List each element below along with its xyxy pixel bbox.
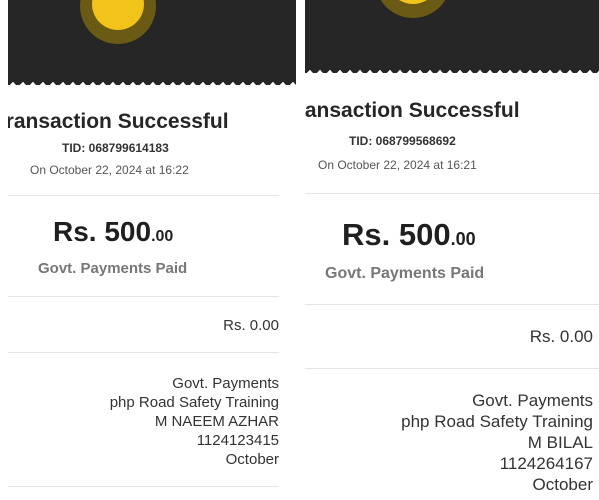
payment-details: Govt. Payments php Road Safety Training … xyxy=(110,374,279,469)
detail-reference-number: 1124264167 xyxy=(499,454,593,473)
amount-paid: Rs. 500.00 xyxy=(342,217,476,253)
detail-month: October xyxy=(532,475,593,494)
panel-gap xyxy=(296,0,305,500)
amount-paid: Rs. 500.00 xyxy=(53,216,173,248)
receipt-header-banner xyxy=(305,0,599,73)
detail-category: Govt. Payments xyxy=(472,391,593,410)
payment-status: Govt. Payments Paid xyxy=(38,260,188,277)
amount-decimals: .00 xyxy=(450,229,476,249)
transaction-datetime: On October 22, 2024 at 16:22 xyxy=(30,163,189,177)
transaction-datetime: On October 22, 2024 at 16:21 xyxy=(318,158,477,172)
divider xyxy=(8,195,279,196)
detail-category: Govt. Payments xyxy=(172,375,279,392)
detail-month: October xyxy=(225,451,279,468)
divider xyxy=(305,304,599,305)
amount-main: Rs. 500 xyxy=(53,216,152,247)
amount-main: Rs. 500 xyxy=(342,217,451,252)
banner-zigzag-edge xyxy=(305,65,599,73)
transaction-status-title: Transaction Successful xyxy=(8,110,229,133)
divider xyxy=(8,486,279,487)
detail-description: php Road Safety Training xyxy=(401,412,593,431)
transaction-id: TID: 068799614183 xyxy=(62,141,169,155)
transaction-id: TID: 068799568692 xyxy=(349,134,456,148)
divider xyxy=(305,193,599,194)
divider xyxy=(8,296,279,297)
fee-amount: Rs. 0.00 xyxy=(223,317,279,334)
receipt-right: Transaction Successful TID: 068799568692… xyxy=(305,0,599,500)
fee-amount: Rs. 0.00 xyxy=(529,327,593,346)
payment-status: Govt. Payments Paid xyxy=(325,265,485,282)
banner-zigzag-edge xyxy=(8,77,296,85)
divider xyxy=(305,368,599,369)
amount-decimals: .00 xyxy=(151,228,174,245)
divider xyxy=(8,352,279,353)
detail-payer-name: M NAEEM AZHAR xyxy=(154,413,279,430)
payment-details: Govt. Payments php Road Safety Training … xyxy=(401,390,593,495)
detail-payer-name: M BILAL xyxy=(527,433,593,452)
transaction-status-title: Transaction Successful xyxy=(305,99,520,122)
detail-reference-number: 1124123415 xyxy=(196,432,279,449)
detail-description: php Road Safety Training xyxy=(109,394,279,411)
receipt-left: Transaction Successful TID: 068799614183… xyxy=(8,0,296,500)
